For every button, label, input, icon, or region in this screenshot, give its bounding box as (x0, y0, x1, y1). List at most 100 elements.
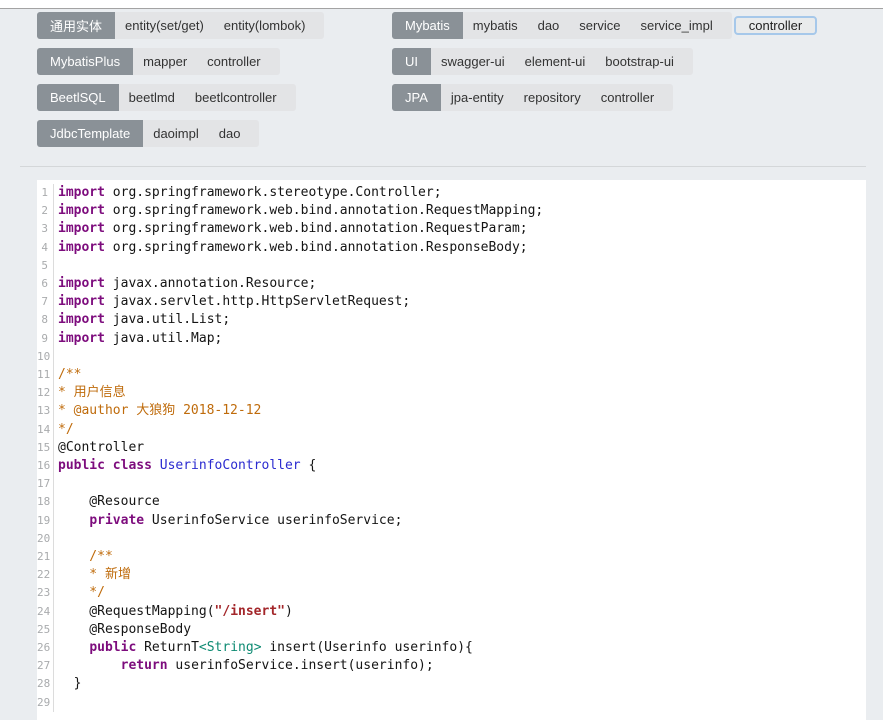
line-number: 3 (37, 220, 54, 238)
code-text: import org.springframework.web.bind.anno… (54, 220, 528, 238)
toolbar-item-mapper[interactable]: mapper (143, 54, 187, 69)
group-label-ui: UI (392, 48, 431, 75)
toolbar-item-service[interactable]: service (579, 18, 620, 33)
code-line: 12 * 用户信息 (37, 384, 866, 402)
button-group-jpa: JPAjpa-entityrepositorycontroller (392, 84, 817, 111)
toolbar-item-controller-selected[interactable]: controller (734, 16, 817, 35)
code-text: import java.util.Map; (54, 330, 222, 348)
button-group-group-0: 通用实体entity(set/get)entity(lombok) (37, 12, 392, 39)
toolbar-item-service-impl[interactable]: service_impl (640, 18, 712, 33)
line-number: 10 (37, 348, 54, 366)
code-token-pl (58, 658, 121, 673)
code-lines: 1import org.springframework.stereotype.C… (37, 184, 866, 712)
code-token-kw: public (89, 640, 136, 655)
code-text: * @author 大狼狗 2018-12-12 (54, 402, 261, 420)
code-text: */ (54, 421, 74, 439)
line-number: 12 (37, 384, 54, 402)
code-token-pl: org.springframework.web.bind.annotation.… (105, 221, 528, 236)
toolbar-item-beetlcontroller[interactable]: beetlcontroller (195, 90, 277, 105)
code-token-cm: */ (58, 422, 74, 437)
code-token-cm: * 用户信息 (58, 385, 126, 400)
code-token-pl: java.util.Map; (105, 331, 222, 346)
toolbar-item-jpa-entity[interactable]: jpa-entity (451, 90, 504, 105)
code-token-pl: @RequestMapping( (58, 604, 215, 619)
code-token-cm: /** (58, 549, 113, 564)
code-text (54, 348, 58, 366)
code-token-pl: @ResponseBody (58, 622, 191, 637)
line-number: 11 (37, 366, 54, 384)
line-number: 9 (37, 330, 54, 348)
group-label-beetlsql: BeetlSQL (37, 84, 119, 111)
code-token-cls: UserinfoController (160, 458, 301, 473)
code-token-kw: public class (58, 458, 152, 473)
group-label-mybatisplus: MybatisPlus (37, 48, 133, 75)
button-group-pill: UI swagger-ui element-ui bootstrap-ui (392, 48, 693, 75)
code-line: 1import org.springframework.stereotype.C… (37, 184, 866, 202)
group-label-jdbctemplate: JdbcTemplate (37, 120, 143, 147)
code-token-pl: org.springframework.stereotype.Controlle… (105, 185, 442, 200)
button-group-pill: Mybatis mybatis dao service service_impl (392, 12, 732, 39)
code-line: 15@Controller (37, 439, 866, 457)
button-group-pill: MybatisPlus mapper controller (37, 48, 280, 75)
code-line: 8import java.util.List; (37, 311, 866, 329)
code-line: 10 (37, 348, 866, 366)
toolbar-item-daoimpl[interactable]: daoimpl (153, 126, 199, 141)
button-group-pill: 通用实体entity(set/get)entity(lombok) (37, 12, 324, 39)
code-line: 5 (37, 257, 866, 275)
toolbar: 通用实体entity(set/get)entity(lombok)Mybatis… (0, 9, 883, 156)
button-group-beetlsql: BeetlSQL beetlmd beetlcontroller (37, 84, 392, 111)
code-token-pl (152, 458, 160, 473)
code-token-pl: @Controller (58, 440, 144, 455)
code-line: 29 (37, 694, 866, 712)
code-token-kw: import (58, 221, 105, 236)
toolbar-item-dao[interactable]: dao (538, 18, 560, 33)
code-text: import org.springframework.web.bind.anno… (54, 239, 528, 257)
code-text (54, 530, 58, 548)
toolbar-item-bootstrap-ui[interactable]: bootstrap-ui (605, 54, 674, 69)
code-token-pl: ) (285, 604, 293, 619)
code-text: * 新增 (54, 566, 131, 584)
code-token-cm: */ (58, 585, 105, 600)
code-token-kw: import (58, 240, 105, 255)
toolbar-item-entity-set-get[interactable]: entity(set/get) (125, 18, 204, 33)
line-number: 23 (37, 584, 54, 602)
top-chrome-strip (0, 0, 883, 9)
code-line: 27 return userinfoService.insert(userinf… (37, 657, 866, 675)
code-token-gen: <String> (199, 640, 262, 655)
line-number: 17 (37, 475, 54, 493)
toolbar-item-repository[interactable]: repository (524, 90, 581, 105)
code-text: import java.util.List; (54, 311, 230, 329)
toolbar-item-swagger-ui[interactable]: swagger-ui (441, 54, 505, 69)
code-editor[interactable]: 1import org.springframework.stereotype.C… (37, 180, 866, 720)
code-line: 20 (37, 530, 866, 548)
code-line: 3import org.springframework.web.bind.ann… (37, 220, 866, 238)
toolbar-item-entity-lombok[interactable]: entity(lombok) (224, 18, 306, 33)
toolbar-item-beetlmd[interactable]: beetlmd (129, 90, 175, 105)
toolbar-item-dao[interactable]: dao (219, 126, 241, 141)
toolbar-code-divider (20, 166, 866, 167)
group-label-mybatis: Mybatis (392, 12, 463, 39)
line-number: 4 (37, 239, 54, 257)
toolbar-item-controller[interactable]: controller (601, 90, 654, 105)
button-group-ui: UI swagger-ui element-ui bootstrap-ui (392, 48, 817, 75)
code-line: 7import javax.servlet.http.HttpServletRe… (37, 293, 866, 311)
code-line: 6import javax.annotation.Resource; (37, 275, 866, 293)
code-token-kw: import (58, 185, 105, 200)
code-text: public class UserinfoController { (54, 457, 316, 475)
toolbar-item-controller[interactable]: controller (207, 54, 260, 69)
code-line: 23 */ (37, 584, 866, 602)
toolbar-item-element-ui[interactable]: element-ui (525, 54, 586, 69)
code-text: @RequestMapping("/insert") (54, 603, 293, 621)
code-token-kw: import (58, 312, 105, 327)
button-group-pill: JdbcTemplate daoimpl dao (37, 120, 259, 147)
line-number: 20 (37, 530, 54, 548)
code-token-pl: java.util.List; (105, 312, 230, 327)
toolbar-column-left: 通用实体entity(set/get)entity(lombok)Mybatis… (37, 12, 392, 156)
code-text: * 用户信息 (54, 384, 126, 402)
code-text: /** (54, 548, 113, 566)
code-token-pl: ReturnT (136, 640, 199, 655)
toolbar-item-mybatis[interactable]: mybatis (473, 18, 518, 33)
code-text: */ (54, 584, 105, 602)
code-token-cm: * @author 大狼狗 2018-12-12 (58, 403, 261, 418)
toolbar-column-right: Mybatismybatisdaoserviceservice_implcont… (392, 12, 817, 156)
